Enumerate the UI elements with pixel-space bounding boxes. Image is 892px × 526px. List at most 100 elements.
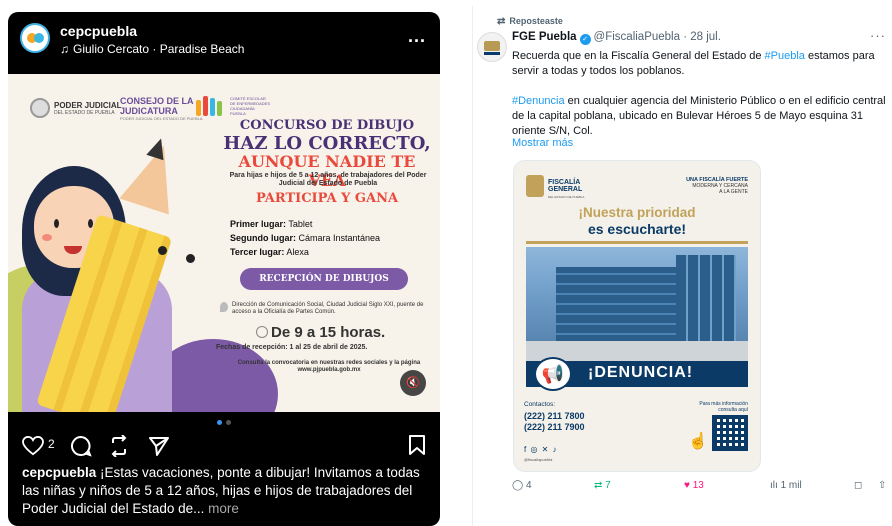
phone-number: (222) 211 7900: [524, 422, 585, 432]
girl-eye: [88, 219, 93, 228]
pencil-eye: [186, 254, 195, 263]
prize-third: Tercer lugar: Alexa: [230, 247, 309, 257]
music-note-icon: ♫: [60, 42, 69, 56]
tweet-author: FGE Puebla ✓ @FiscaliaPuebla · 28 jul.: [512, 31, 721, 45]
author-name[interactable]: FGE Puebla: [512, 31, 577, 43]
consejo-judicatura-logo: CONSEJO DE LA JUDICATURA PODER JUDICIAL …: [120, 96, 203, 121]
prize-value: Alexa: [286, 247, 309, 257]
bookmark-icon[interactable]: ◻: [854, 480, 862, 491]
avatar[interactable]: [477, 32, 507, 62]
hashtag-link[interactable]: #Denuncia: [512, 95, 565, 107]
eagle-emblem-icon: [526, 175, 544, 197]
share-icon[interactable]: ⇧: [878, 480, 886, 491]
show-more-link[interactable]: Mostrar más: [512, 137, 573, 149]
prize-first: Primer lugar: Tablet: [230, 219, 312, 229]
repost-label: Reposteaste: [509, 16, 563, 26]
comite-logo-text: COMITÉ ESCOLAR DE ENFERMEDADES CIUDADANÍ…: [230, 96, 271, 116]
pencil-eye: [158, 246, 167, 255]
caption-username[interactable]: cepcpuebla: [22, 465, 96, 480]
prize-second: Segundo lugar: Cámara Instantánea: [230, 233, 380, 243]
instagram-post: cepcpuebla ♫ Giulio Cercato · Paradise Be…: [8, 12, 440, 526]
poster-cta: PARTICIPA Y GANA: [255, 191, 399, 206]
phone-number: (222) 211 7800: [524, 411, 585, 421]
divider: [526, 241, 748, 244]
repost-icon[interactable]: [108, 435, 130, 457]
music-label[interactable]: ♫ Giulio Cercato · Paradise Beach: [60, 42, 244, 56]
slogan-line: A LA GENTE: [719, 189, 748, 195]
send-icon[interactable]: [148, 435, 170, 457]
hours-text: De 9 a 15 horas.: [271, 324, 386, 341]
info-line: consulta aquí: [718, 407, 748, 413]
denuncia-text: ¡DENUNCIA!: [588, 364, 694, 381]
building-photo: [526, 247, 748, 363]
poster-headline: HAZ LO CORRECTO,: [223, 133, 431, 154]
caption-more-link[interactable]: more: [204, 501, 239, 516]
text-segment: Recuerda que en la Fiscalía General del …: [512, 50, 765, 62]
contact-label: Contactos:: [524, 401, 556, 408]
hands-logo-icon: [196, 96, 222, 116]
reply-button[interactable]: ◯ 4: [512, 480, 532, 491]
repost-button[interactable]: ⇄ 7: [594, 480, 611, 491]
avatar[interactable]: [20, 23, 50, 53]
tweet[interactable]: ⇄ Reposteaste FGE Puebla ✓ @FiscaliaPuebla …: [472, 6, 892, 526]
like-count: 13: [692, 480, 704, 491]
screenshot-stage: cepcpuebla ♫ Giulio Cercato · Paradise Be…: [0, 0, 892, 526]
carousel-dots: [8, 420, 440, 425]
logo-text: FISCALÍA: [548, 179, 581, 186]
mute-icon[interactable]: 🔇: [400, 370, 426, 396]
views-button[interactable]: ılı 1 mil: [770, 480, 802, 491]
like-button[interactable]: ♥ 13: [684, 480, 704, 491]
poster-hours: De 9 a 15 horas.: [256, 324, 385, 341]
megaphone-icon: 📢: [534, 357, 572, 391]
carousel-dot: [226, 420, 231, 425]
logo-subtext: DEL ESTADO DE PUEBLA: [54, 109, 115, 116]
tweet-actions: ◯ 4 ⇄ 7 ♥ 13 ılı 1 mil ◻ ⇧: [512, 480, 892, 496]
info-text: Para más información consulta aquí: [699, 401, 748, 413]
author-handle[interactable]: @FiscaliaPuebla: [594, 31, 680, 43]
poster-audience: Para hijas e hijos de 5 a 12 años, de tr…: [229, 172, 427, 187]
logo-text: PODER JUDICIAL: [54, 100, 122, 110]
comment-icon[interactable]: [70, 435, 92, 457]
seal-icon: [30, 98, 50, 118]
logo-text: JUDICATURA: [120, 106, 178, 116]
poster-consulta: Consulta la convocatoria en nuestras red…: [237, 360, 421, 373]
bookmark-icon[interactable]: [408, 434, 426, 456]
location-pin-icon: [220, 302, 228, 312]
post-username[interactable]: cepcpuebla: [60, 23, 137, 39]
prize-label: Segundo lugar:: [230, 233, 296, 243]
logo-subtext: DEL ESTADO DE PUEBLA: [548, 195, 585, 199]
logo-text: CONSEJO DE LA: [120, 96, 194, 106]
heart-icon: ♥: [684, 480, 690, 491]
poster-dates: Fechas de recepción: 1 al 25 de abril de…: [216, 344, 368, 351]
views-icon: ılı: [770, 480, 778, 491]
prize-value: Tablet: [288, 219, 313, 229]
tweet-date[interactable]: 28 jul.: [690, 31, 721, 43]
prize-label: Tercer lugar:: [230, 247, 285, 257]
poder-judicial-logo: PODER JUDICIAL DEL ESTADO DE PUEBLA: [30, 98, 122, 118]
post-image[interactable]: PODER JUDICIAL DEL ESTADO DE PUEBLA CONS…: [8, 74, 440, 412]
qr-code-icon: [712, 415, 748, 451]
music-title: Giulio Cercato · Paradise Beach: [73, 42, 245, 56]
carousel-dot-active: [217, 420, 222, 425]
address-text: Dirección de Comunicación Social, Ciudad…: [232, 302, 424, 315]
tweet-image[interactable]: FISCALÍA GENERAL DEL ESTADO DE PUEBLA UNA…: [513, 160, 761, 472]
social-handle: @fiscaliapuebla: [524, 457, 553, 462]
reply-icon: ◯: [512, 480, 524, 491]
reply-count: 4: [525, 480, 532, 491]
like-count[interactable]: 2: [48, 437, 55, 451]
girl-eye: [54, 219, 59, 228]
prize-label: Primer lugar:: [230, 219, 287, 229]
hashtag-link[interactable]: #Puebla: [765, 50, 805, 62]
repost-count: 7: [605, 480, 611, 491]
logo-subtext: PODER JUDICIAL DEL ESTADO DE PUEBLA: [120, 116, 203, 121]
separator: ·: [680, 31, 691, 43]
poster-address: Dirección de Comunicación Social, Ciudad…: [220, 302, 430, 316]
verified-badge-icon: ✓: [579, 34, 591, 45]
post-header: cepcpuebla ♫ Giulio Cercato · Paradise Be…: [8, 12, 440, 64]
more-options-button[interactable]: ···: [870, 28, 886, 43]
post-caption: cepcpuebla ¡Estas vacaciones, ponte a di…: [22, 464, 428, 518]
pointing-hand-icon: ☝: [688, 433, 708, 450]
heart-icon[interactable]: [22, 436, 44, 456]
image-heading-2: es escucharte!: [587, 221, 687, 237]
more-options-button[interactable]: ...: [408, 26, 426, 47]
